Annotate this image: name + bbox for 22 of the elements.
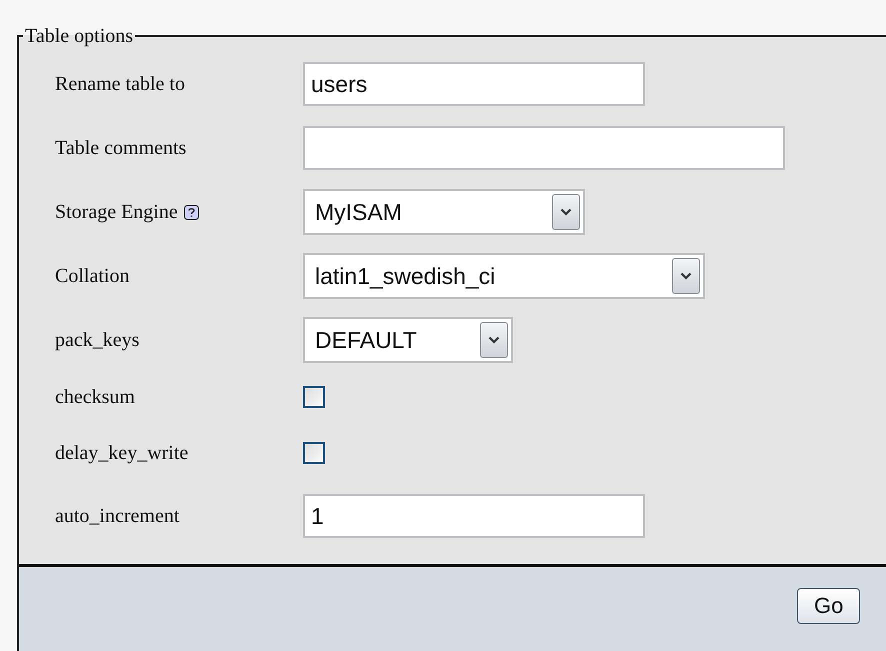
field-label: auto_increment xyxy=(55,504,180,528)
chevron-down-icon xyxy=(560,208,572,216)
field-label: Table comments xyxy=(55,136,186,160)
text-field[interactable] xyxy=(303,126,785,170)
checkbox[interactable] xyxy=(303,386,325,408)
panel-legend: Table options xyxy=(23,25,136,47)
field-label: pack_keys xyxy=(55,328,140,352)
dropdown[interactable]: DEFAULT xyxy=(303,317,513,363)
field-label: Storage Engine xyxy=(55,200,178,224)
checkbox[interactable] xyxy=(303,442,325,464)
dropdown[interactable]: MyISAM xyxy=(303,189,585,235)
text-field[interactable]: users xyxy=(303,62,645,106)
help-icon[interactable] xyxy=(184,204,199,220)
field-label: delay_key_write xyxy=(55,442,188,464)
chevron-down-icon xyxy=(488,336,500,344)
field-label: checksum xyxy=(55,386,135,408)
text-field[interactable]: 1 xyxy=(303,494,645,538)
field-label: Collation xyxy=(55,264,130,288)
field-label: Rename table to xyxy=(55,72,185,96)
go-button[interactable]: Go xyxy=(797,588,860,624)
dropdown[interactable]: latin1_swedish_ci xyxy=(303,253,705,299)
chevron-down-icon xyxy=(680,272,692,280)
